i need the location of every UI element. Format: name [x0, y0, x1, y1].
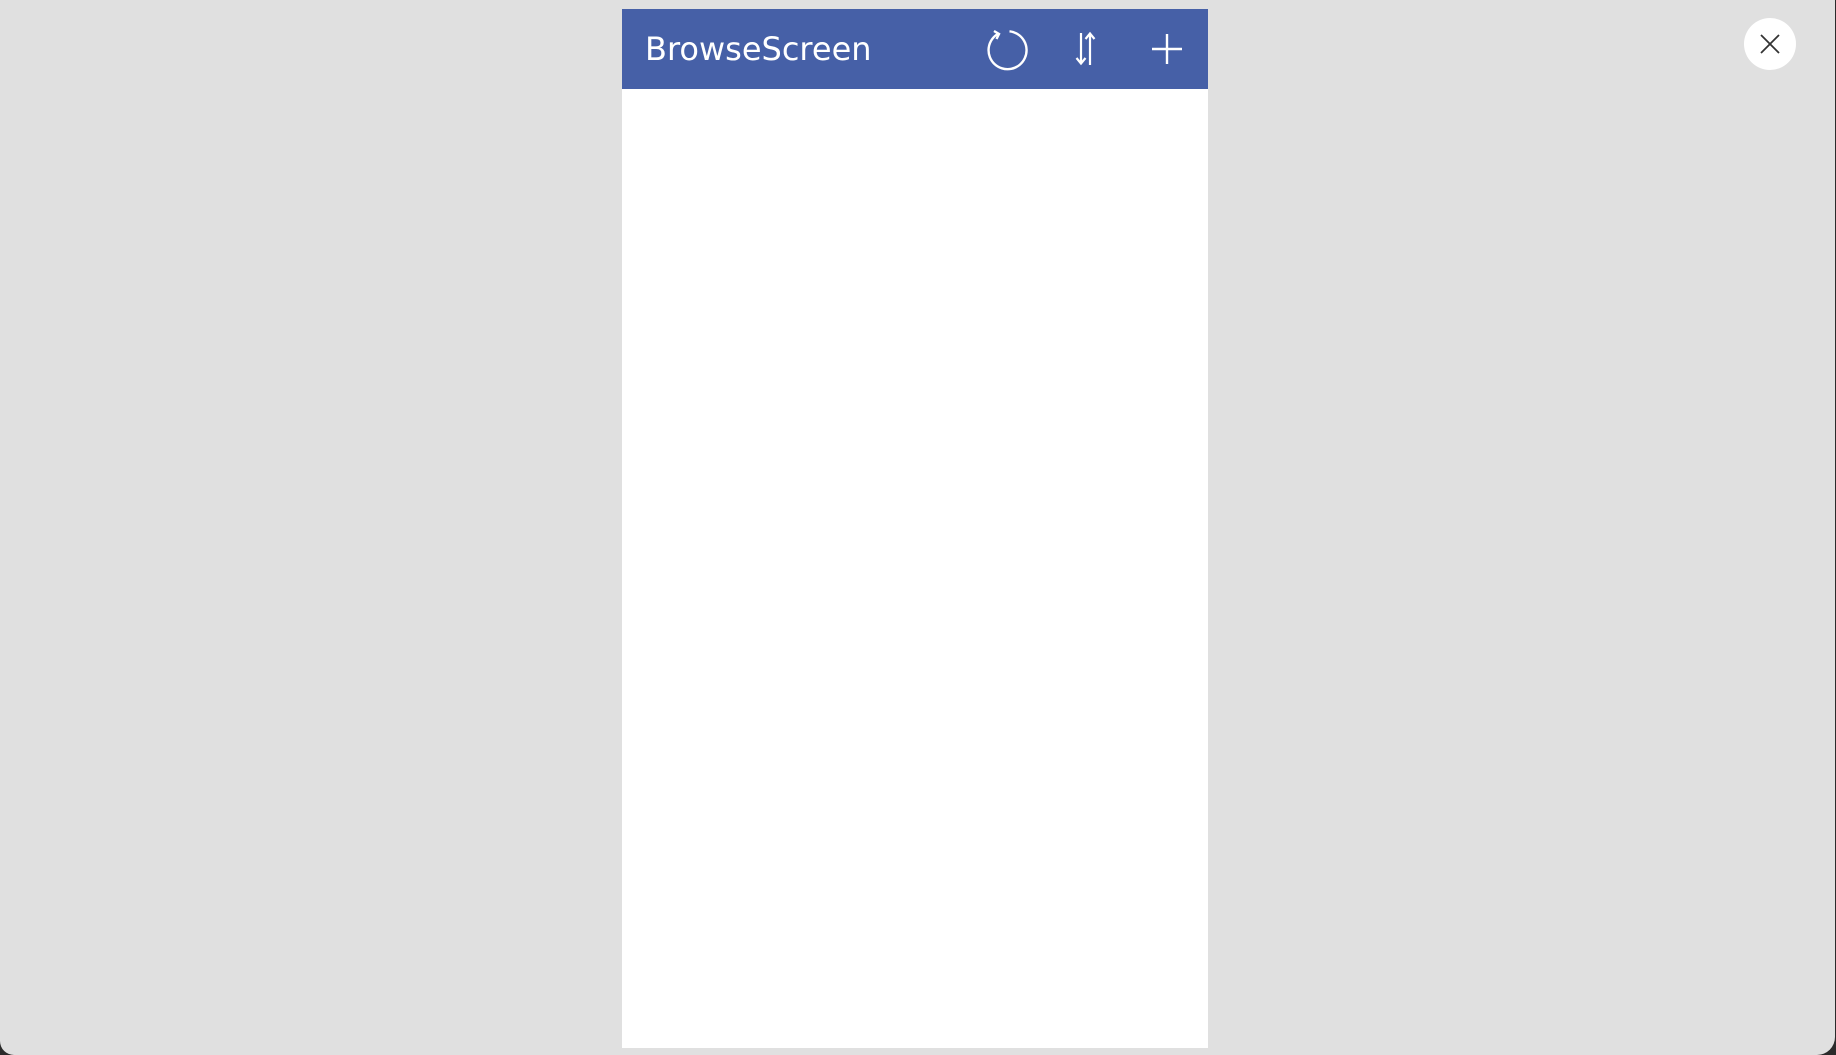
add-icon [1152, 34, 1182, 64]
header-bar: BrowseScreen [622, 9, 1208, 89]
refresh-button[interactable] [981, 24, 1031, 74]
refresh-icon [987, 29, 1028, 71]
sort-icon [1075, 31, 1096, 66]
sort-button[interactable] [1061, 24, 1111, 74]
browse-gallery [622, 89, 1208, 1048]
screen-title: BrowseScreen [645, 30, 872, 68]
close-preview-button[interactable] [1744, 18, 1796, 70]
app-screen: BrowseScreen [622, 9, 1208, 1048]
close-icon [1760, 34, 1780, 54]
preview-canvas: BrowseScreen [0, 0, 1835, 1055]
add-button[interactable] [1142, 24, 1192, 74]
